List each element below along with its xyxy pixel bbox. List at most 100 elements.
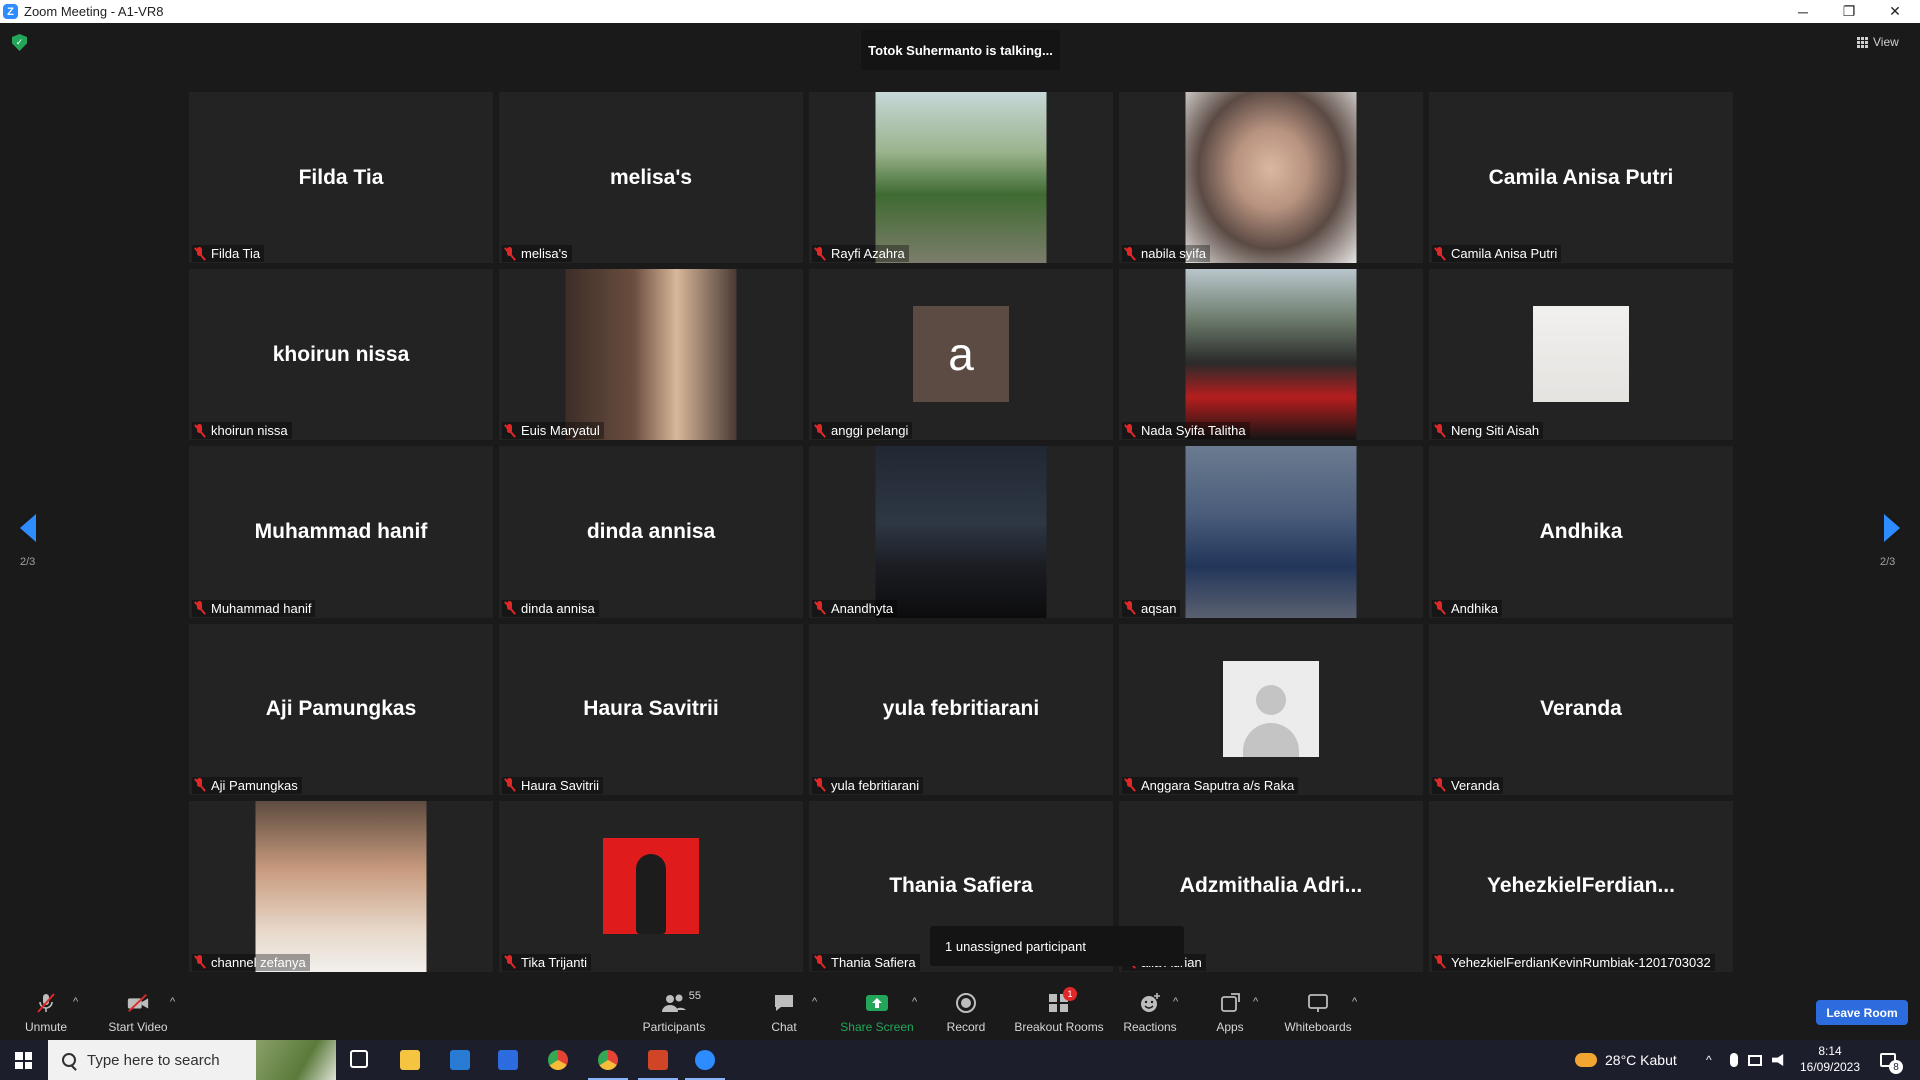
- participant-tile[interactable]: Neng Siti Aisah: [1429, 269, 1733, 441]
- close-button[interactable]: ✕: [1872, 0, 1918, 23]
- file-explorer-icon[interactable]: [400, 1050, 420, 1070]
- participant-display-name: Andhika: [1539, 519, 1623, 543]
- participant-name-label: Veranda: [1432, 776, 1504, 794]
- weather-widget[interactable]: 28°C Kabut: [1575, 1040, 1677, 1080]
- encryption-shield-icon[interactable]: ✓: [12, 34, 27, 51]
- participant-tile[interactable]: YehezkielFerdian... YehezkielFerdianKevin…: [1429, 800, 1733, 972]
- reactions-button[interactable]: Reactions: [1122, 978, 1178, 1040]
- windows-start-icon[interactable]: [15, 1052, 32, 1069]
- powerpoint-icon[interactable]: [638, 1050, 678, 1080]
- participant-photo: [875, 446, 1047, 618]
- volume-icon[interactable]: [1772, 1054, 1784, 1066]
- breakout-rooms-button[interactable]: 1 Breakout Rooms: [1013, 978, 1105, 1040]
- participant-tile[interactable]: channel zefanya: [189, 800, 493, 972]
- leave-room-button[interactable]: Leave Room: [1816, 1000, 1908, 1025]
- participant-tile[interactable]: Filda Tia Filda Tia: [189, 92, 493, 264]
- participant-profile-picture: [1533, 306, 1629, 403]
- muted-mic-icon: [504, 423, 516, 438]
- participant-tile[interactable]: Tika Trijanti: [499, 800, 803, 972]
- share-options-caret-icon[interactable]: ^: [912, 996, 917, 1008]
- participant-tile[interactable]: Andhika Andhika: [1429, 446, 1733, 618]
- participant-tile[interactable]: khoirun nissa khoirun nissa: [189, 269, 493, 441]
- participant-tile[interactable]: Muhammad hanif Muhammad hanif: [189, 446, 493, 618]
- participant-display-name: khoirun nissa: [272, 342, 410, 366]
- participant-name-label: Neng Siti Aisah: [1432, 422, 1544, 440]
- participant-tile[interactable]: Nada Syifa Talitha: [1119, 269, 1423, 441]
- participant-profile-picture: [603, 837, 699, 934]
- mail-icon[interactable]: [498, 1050, 518, 1070]
- participant-display-name: YehezkielFerdian...: [1487, 874, 1675, 898]
- participants-button[interactable]: 55 Participants: [640, 978, 708, 1040]
- participant-tile[interactable]: Haura Savitrii Haura Savitrii: [499, 623, 803, 795]
- muted-mic-icon: [1434, 778, 1446, 792]
- participant-tile[interactable]: Anandhyta: [809, 446, 1113, 618]
- next-page-arrow-icon[interactable]: [1884, 514, 1900, 542]
- search-highlight-image: [256, 1040, 336, 1080]
- chrome-profile-icon[interactable]: [588, 1050, 628, 1080]
- muted-mic-icon: [34, 992, 58, 1014]
- chat-options-caret-icon[interactable]: ^: [812, 996, 817, 1008]
- record-label: Record: [946, 1020, 986, 1034]
- unmute-button[interactable]: Unmute: [18, 978, 74, 1040]
- participant-tile[interactable]: Aji Pamungkas Aji Pamungkas: [189, 623, 493, 795]
- network-icon[interactable]: [1748, 1054, 1762, 1066]
- muted-mic-icon: [1434, 246, 1446, 261]
- apps-icon: [1218, 992, 1242, 1014]
- participant-tile[interactable]: Veranda Veranda: [1429, 623, 1733, 795]
- muted-mic-icon: [504, 246, 516, 261]
- muted-mic-icon: [1124, 246, 1136, 261]
- reactions-options-caret-icon[interactable]: ^: [1173, 996, 1178, 1008]
- windows-taskbar: Type here to search 28°C Kabut ^ 8:14 16…: [0, 1040, 1920, 1080]
- participant-name-label: Euis Maryatul: [502, 422, 604, 440]
- participant-tile[interactable]: Camila Anisa Putri Camila Anisa Putri: [1429, 92, 1733, 264]
- restore-button[interactable]: ❐: [1826, 0, 1872, 23]
- unassigned-participant-popup[interactable]: 1 unassigned participant: [930, 926, 1184, 966]
- microsoft-store-icon[interactable]: [450, 1050, 470, 1070]
- participant-display-name: Muhammad hanif: [254, 519, 428, 543]
- participant-tile[interactable]: yula febritiarani yula febritiarani: [809, 623, 1113, 795]
- participant-name: Veranda: [1451, 777, 1500, 793]
- show-hidden-icons-chevron-icon[interactable]: ^: [1706, 1040, 1712, 1080]
- participant-name-label: aqsan: [1122, 599, 1181, 617]
- participant-tile[interactable]: Anggara Saputra a/s Raka: [1119, 623, 1423, 795]
- notification-center-icon[interactable]: 8: [1880, 1040, 1903, 1080]
- taskbar-clock[interactable]: 8:14 16/09/2023: [1795, 1043, 1865, 1075]
- participant-name-label: channel zefanya: [192, 953, 310, 971]
- whiteboards-options-caret-icon[interactable]: ^: [1352, 996, 1357, 1008]
- apps-button[interactable]: Apps: [1212, 978, 1248, 1040]
- whiteboard-icon: [1306, 992, 1330, 1014]
- muted-mic-icon: [1124, 423, 1136, 438]
- participant-tile[interactable]: aqsan: [1119, 446, 1423, 618]
- video-options-caret-icon[interactable]: ^: [170, 996, 175, 1008]
- view-button[interactable]: View: [1857, 32, 1899, 52]
- participant-tile[interactable]: Euis Maryatul: [499, 269, 803, 441]
- muted-mic-icon: [194, 778, 206, 792]
- minimize-button[interactable]: ─: [1780, 0, 1826, 23]
- participants-count: 55: [688, 990, 701, 1002]
- muted-mic-icon: [194, 955, 206, 969]
- audio-options-caret-icon[interactable]: ^: [73, 996, 78, 1008]
- whiteboards-button[interactable]: Whiteboards: [1282, 978, 1354, 1040]
- zoom-taskbar-icon[interactable]: [685, 1050, 725, 1080]
- participant-tile[interactable]: a anggi pelangi: [809, 269, 1113, 441]
- share-screen-label: Share Screen: [840, 1020, 914, 1034]
- whiteboards-label: Whiteboards: [1284, 1020, 1352, 1034]
- muted-mic-icon: [504, 601, 516, 615]
- start-video-label: Start Video: [108, 1020, 168, 1034]
- chat-icon: [772, 992, 796, 1014]
- microphone-tray-icon[interactable]: [1730, 1053, 1738, 1067]
- start-video-button[interactable]: Start Video: [105, 978, 171, 1040]
- record-button[interactable]: Record: [944, 978, 988, 1040]
- task-view-icon[interactable]: [350, 1050, 368, 1068]
- participant-tile[interactable]: dinda annisa dinda annisa: [499, 446, 803, 618]
- share-screen-button[interactable]: Share Screen: [838, 978, 916, 1040]
- previous-page-arrow-icon[interactable]: [20, 514, 36, 542]
- muted-mic-icon: [1434, 601, 1446, 615]
- apps-options-caret-icon[interactable]: ^: [1253, 996, 1258, 1008]
- chrome-icon[interactable]: [548, 1050, 568, 1070]
- chat-button[interactable]: Chat: [766, 978, 802, 1040]
- participant-tile[interactable]: nabila syifa: [1119, 92, 1423, 264]
- participant-tile[interactable]: melisa's melisa's: [499, 92, 803, 264]
- participant-tile[interactable]: Rayfi Azahra: [809, 92, 1113, 264]
- taskbar-search-box[interactable]: Type here to search: [48, 1040, 336, 1080]
